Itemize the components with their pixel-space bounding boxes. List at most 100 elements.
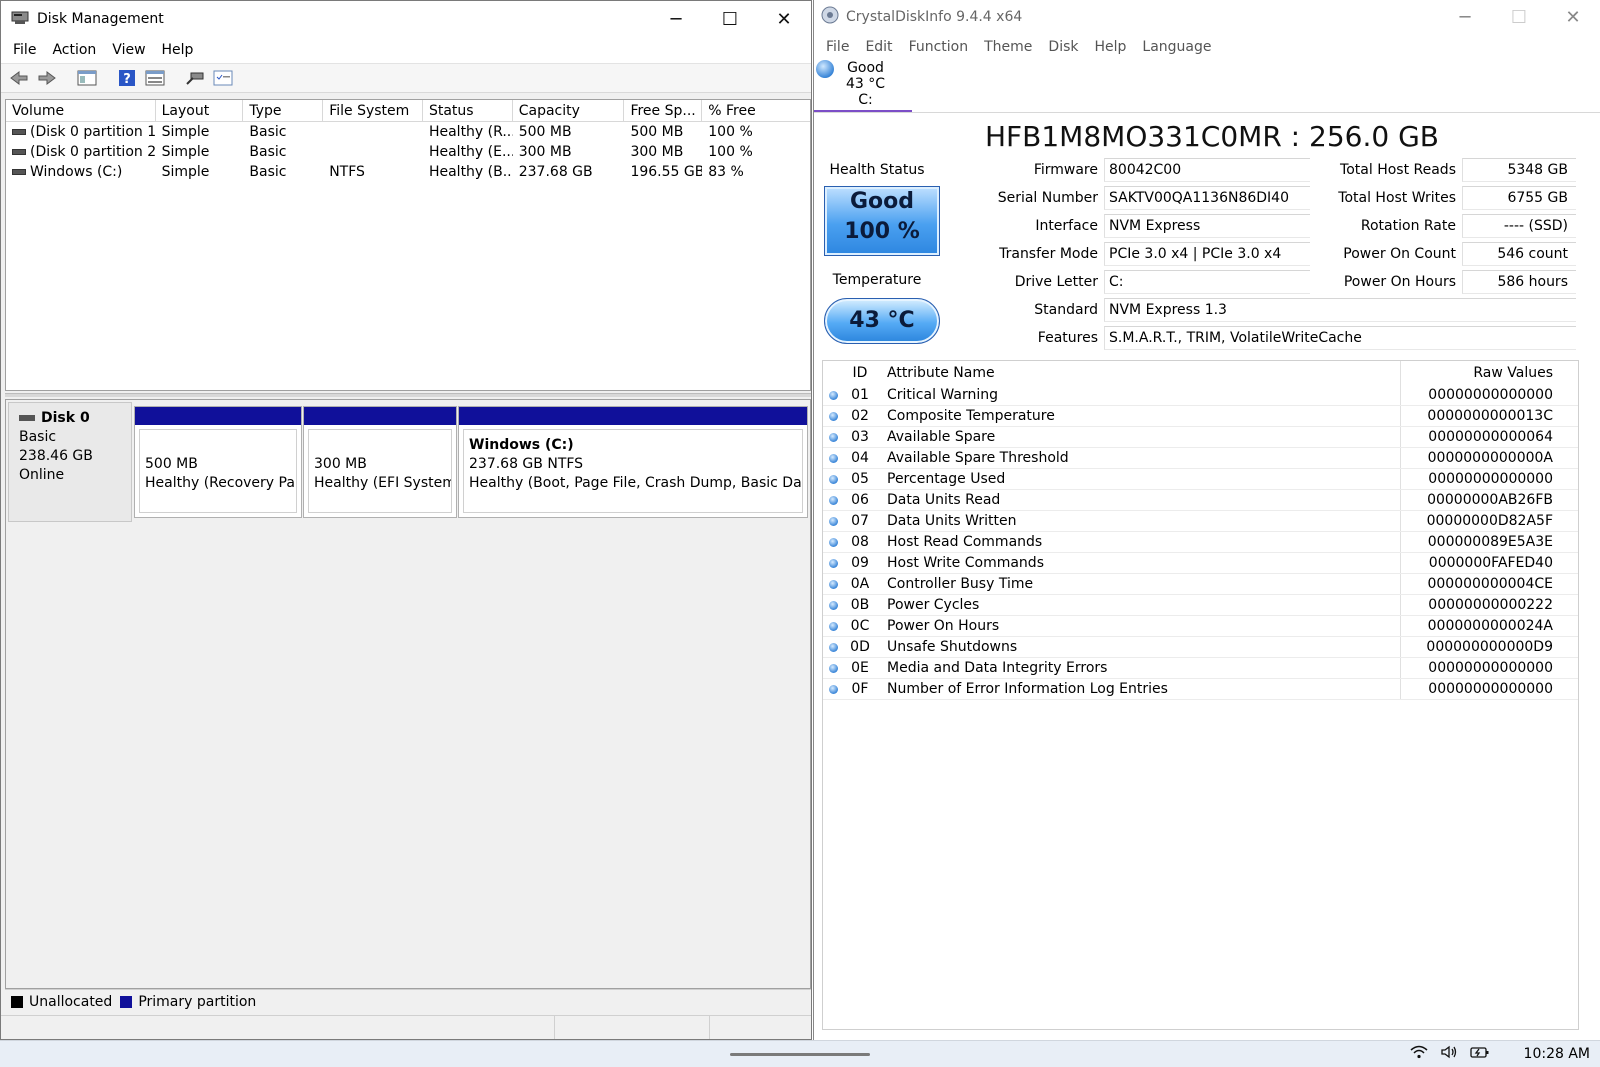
- temperature-button[interactable]: 43 °C: [824, 298, 940, 344]
- table-row[interactable]: 05 Percentage Used 00000000000000: [823, 469, 1578, 490]
- col-volume[interactable]: Volume: [6, 100, 156, 121]
- taskbar-handle[interactable]: [730, 1053, 870, 1056]
- volume-pct-free: 100 %: [708, 144, 753, 160]
- menu-view[interactable]: View: [104, 42, 153, 58]
- table-row[interactable]: (Disk 0 partition 2) Simple Basic Health…: [6, 142, 810, 162]
- col-type[interactable]: Type: [243, 100, 324, 121]
- attribute-status-icon: [828, 558, 838, 568]
- field-label: Total Host Writes: [1338, 190, 1456, 206]
- info-features: Features S.M.A.R.T., TRIM, VolatileWrite…: [962, 326, 1576, 350]
- menu-theme[interactable]: Theme: [976, 39, 1040, 55]
- col-status[interactable]: Status: [423, 100, 513, 121]
- field-value: PCIe 3.0 x4 | PCIe 3.0 x4: [1104, 242, 1310, 266]
- partition-size: 500 MB: [145, 456, 198, 472]
- volume-icon: [12, 169, 26, 175]
- minimize-button[interactable]: ─: [649, 1, 703, 37]
- console-tree-icon[interactable]: [75, 67, 99, 89]
- attribute-raw-value: 0000000000000A: [1427, 450, 1553, 466]
- col-free-space[interactable]: Free Sp...: [624, 100, 703, 121]
- menu-help[interactable]: Help: [1087, 39, 1135, 55]
- table-row[interactable]: Windows (C:) Simple Basic NTFS Healthy (…: [6, 162, 810, 182]
- col-id[interactable]: ID: [843, 365, 877, 381]
- table-row[interactable]: 03 Available Spare 00000000000064: [823, 427, 1578, 448]
- attribute-id: 0F: [851, 681, 869, 697]
- volume-list: Volume Layout Type File System Status Ca…: [5, 99, 811, 391]
- info-interface: Interface NVM Express: [962, 214, 1310, 238]
- checklist-icon[interactable]: [211, 67, 235, 89]
- partition-efi[interactable]: 300 MB Healthy (EFI System Pa: [303, 406, 457, 518]
- menu-file[interactable]: File: [818, 39, 857, 55]
- minimize-button[interactable]: ─: [1438, 0, 1492, 35]
- legend-primary: Primary partition: [138, 993, 257, 1010]
- menu-action[interactable]: Action: [44, 42, 104, 58]
- attribute-name: Host Write Commands: [877, 553, 1401, 573]
- menu-disk[interactable]: Disk: [1040, 39, 1086, 55]
- col-file-system[interactable]: File System: [323, 100, 423, 121]
- table-row[interactable]: 0A Controller Busy Time 000000000004CE: [823, 574, 1578, 595]
- info-total-host-writes: Total Host Writes 6755 GB: [1312, 186, 1576, 210]
- crystaldiskinfo-window: CrystalDiskInfo 9.4.4 x64 ─ ☐ ✕ File Edi…: [813, 0, 1600, 1040]
- back-arrow-icon[interactable]: [7, 67, 31, 89]
- attribute-name: Number of Error Information Log Entries: [877, 679, 1401, 699]
- attribute-id: 09: [851, 555, 869, 571]
- disk-type: Basic: [19, 429, 57, 445]
- attribute-id: 07: [851, 513, 869, 529]
- partition-recovery[interactable]: 500 MB Healthy (Recovery Partiti: [134, 406, 302, 518]
- forward-arrow-icon[interactable]: [35, 67, 59, 89]
- menu-file[interactable]: File: [5, 42, 44, 58]
- attribute-name: Available Spare Threshold: [877, 448, 1401, 468]
- table-row[interactable]: 04 Available Spare Threshold 0000000000000…: [823, 448, 1578, 469]
- health-status-button[interactable]: Good 100 %: [824, 186, 940, 256]
- menu-language[interactable]: Language: [1134, 39, 1219, 55]
- attribute-status-icon: [828, 537, 838, 547]
- attribute-raw-value: 000000000000D9: [1426, 639, 1553, 655]
- help-icon[interactable]: ?: [115, 67, 139, 89]
- wifi-icon[interactable]: [1410, 1045, 1428, 1063]
- col-percent-free[interactable]: % Free: [702, 100, 810, 121]
- table-row[interactable]: 0E Media and Data Integrity Errors 0000000…: [823, 658, 1578, 679]
- col-capacity[interactable]: Capacity: [513, 100, 625, 121]
- col-raw-values[interactable]: Raw Values: [1401, 365, 1559, 381]
- table-row[interactable]: 02 Composite Temperature 0000000000013C: [823, 406, 1578, 427]
- attribute-status-icon: [828, 600, 838, 610]
- attribute-raw-value: 00000000AB26FB: [1427, 492, 1553, 508]
- field-value: 586 hours: [1462, 270, 1576, 294]
- rescan-icon[interactable]: [183, 67, 207, 89]
- speaker-icon[interactable]: [1440, 1045, 1458, 1063]
- table-row[interactable]: 0C Power On Hours 0000000000024A: [823, 616, 1578, 637]
- table-row[interactable]: 01 Critical Warning 00000000000000: [823, 385, 1578, 406]
- battery-icon[interactable]: [1470, 1045, 1490, 1063]
- menu-edit[interactable]: Edit: [857, 39, 900, 55]
- field-value: SAKTV00QA1136N86DI40: [1104, 186, 1310, 210]
- maximize-button[interactable]: ☐: [703, 1, 757, 37]
- menu-function[interactable]: Function: [901, 39, 977, 55]
- table-row[interactable]: 0F Number of Error Information Log Entrie…: [823, 679, 1578, 700]
- close-button[interactable]: ✕: [757, 1, 811, 37]
- table-row[interactable]: 08 Host Read Commands 000000089E5A3E: [823, 532, 1578, 553]
- table-row[interactable]: 0B Power Cycles 00000000000222: [823, 595, 1578, 616]
- table-row[interactable]: 07 Data Units Written 00000000D82A5F: [823, 511, 1578, 532]
- col-attribute-name[interactable]: Attribute Name: [877, 361, 1401, 385]
- volume-status: Healthy (E...: [428, 144, 513, 160]
- properties-icon[interactable]: [143, 67, 167, 89]
- attribute-id: 0C: [850, 618, 870, 634]
- volume-capacity: 500 MB: [518, 124, 572, 140]
- partition-windows-c[interactable]: Windows (C:) 237.68 GB NTFS Healthy (Boo…: [458, 406, 808, 518]
- partition-size: 300 MB: [314, 456, 367, 472]
- disk-tab-c[interactable]: Good 43 °C C:: [814, 58, 912, 112]
- table-row[interactable]: 06 Data Units Read 00000000AB26FB: [823, 490, 1578, 511]
- field-value: 80042C00: [1104, 158, 1310, 182]
- unallocated-swatch: [11, 995, 23, 1008]
- disk-0-label[interactable]: Disk 0 Basic 238.46 GB Online: [8, 402, 132, 522]
- close-button[interactable]: ✕: [1546, 0, 1600, 35]
- partition-bar: [459, 407, 807, 425]
- attribute-id: 01: [851, 387, 869, 403]
- clock-time[interactable]: 10:28 AM: [1524, 1046, 1590, 1062]
- col-layout[interactable]: Layout: [156, 100, 244, 121]
- attribute-raw-value: 00000000000000: [1428, 471, 1553, 487]
- table-row[interactable]: (Disk 0 partition 1) Simple Basic Health…: [6, 122, 810, 142]
- menu-help[interactable]: Help: [154, 42, 202, 58]
- table-row[interactable]: 0D Unsafe Shutdowns 000000000000D9: [823, 637, 1578, 658]
- pane-splitter[interactable]: [5, 393, 811, 397]
- table-row[interactable]: 09 Host Write Commands 0000000FAFED40: [823, 553, 1578, 574]
